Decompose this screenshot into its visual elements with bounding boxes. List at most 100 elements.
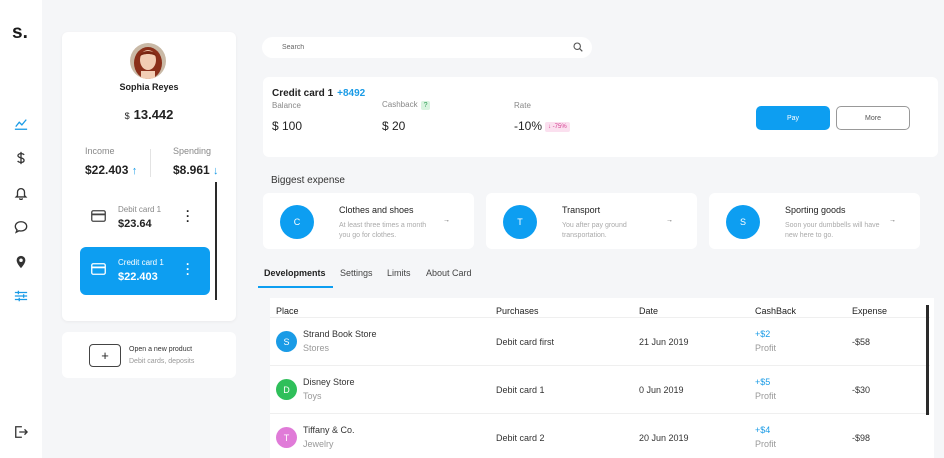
purchase-date: 21 Jun 2019 (639, 337, 689, 347)
purchase-source: Debit card first (496, 337, 555, 347)
rate-group: -10% ↓ -75% (514, 119, 570, 133)
cc-heading: Credit card 1 +8492 (272, 88, 365, 99)
expense-title: Sporting goods (785, 205, 846, 215)
place-initial: T (276, 427, 297, 448)
arrow-down-icon: ↓ (213, 165, 219, 177)
help-badge[interactable]: ? (420, 101, 431, 110)
cards-scrollbar[interactable] (215, 182, 217, 300)
icon-rail: s. (0, 0, 42, 458)
active-tab-indicator (258, 286, 333, 288)
table-row[interactable]: D Disney Store Toys Debit card 1 0 Jun 2… (270, 365, 930, 413)
arrow-up-icon: ↑ (131, 165, 138, 177)
rate-change-badge: ↓ -75% (545, 121, 570, 132)
expense-value: -$30 (852, 385, 871, 395)
transactions-table: Place Purchases Date CashBack Expense S … (270, 298, 934, 458)
chart-line-icon[interactable] (11, 114, 31, 134)
expense-title: Clothes and shoes (339, 205, 414, 215)
balance-amount: $ 100 (272, 119, 303, 133)
expense-value: -$98 (852, 433, 871, 443)
more-vertical-icon[interactable]: · · · (186, 258, 190, 280)
expense-card-sporting[interactable]: S Sporting goods Soon your dumbbells wil… (709, 193, 920, 249)
search-icon[interactable] (573, 42, 583, 52)
app-logo[interactable]: s. (12, 22, 28, 44)
expense-card-transport[interactable]: T Transport You after pay ground transpo… (486, 193, 697, 249)
place-initial: S (276, 331, 297, 352)
profile-card: Sophia Reyes $13.442 Income $22.403 ↑ Sp… (62, 32, 236, 321)
purchase-date: 20 Jun 2019 (639, 433, 689, 443)
place-category: Toys (303, 391, 322, 401)
arrow-right-icon[interactable]: → (443, 217, 450, 224)
cc-amount: +8492 (337, 88, 366, 99)
logout-icon[interactable] (11, 422, 31, 442)
expense-card-clothes[interactable]: C Clothes and shoes At least three times… (263, 193, 474, 249)
total-balance: $13.442 (62, 107, 236, 122)
expense-value: -$58 (852, 337, 871, 347)
cc-title: Credit card 1 (272, 88, 334, 99)
biggest-expense-title: Biggest expense (271, 175, 345, 186)
avatar[interactable] (130, 43, 166, 79)
place-category: Jewelry (303, 439, 334, 449)
spending-stat: $8.961 ↓ (173, 163, 219, 177)
stat-divider (150, 149, 151, 177)
expense-description: Soon your dumbbells will have new here t… (785, 222, 880, 239)
debit-card-label: Debit card 1 (118, 205, 162, 214)
table-scrollbar[interactable] (926, 305, 929, 415)
header-place: Place (276, 306, 299, 316)
profile-name: Sophia Reyes (119, 82, 179, 92)
debit-card-item[interactable]: Debit card 1 $23.64 · · · (80, 194, 210, 242)
card-icon (91, 263, 106, 275)
rate-label: Rate (514, 101, 531, 110)
income-stat: $22.403 ↑ (85, 163, 137, 177)
plus-icon[interactable]: + (89, 344, 121, 367)
credit-card-summary: Credit card 1 +8492 Balance $ 100 Cashbac… (263, 77, 938, 157)
rate-value: -10% (514, 119, 543, 133)
bell-icon[interactable] (11, 183, 31, 203)
expense-initial: C (280, 205, 314, 239)
sliders-icon[interactable] (11, 286, 31, 306)
chat-icon[interactable] (11, 217, 31, 237)
new-product-subtitle: Debit cards, deposits (129, 358, 195, 365)
spending-label: Spending (173, 146, 212, 156)
income-value: $22.403 (85, 163, 129, 177)
row-divider (270, 317, 930, 318)
expense-description: At least three times a month you go for … (339, 222, 427, 239)
search-bar (262, 37, 592, 58)
purchase-source: Debit card 2 (496, 433, 545, 443)
cashback-sub: Profit (755, 439, 777, 449)
place-category: Stores (303, 343, 330, 353)
arrow-right-icon[interactable]: → (889, 217, 896, 224)
credit-card-label: Credit card 1 (118, 258, 164, 267)
header-date: Date (639, 306, 659, 316)
table-row[interactable]: S Strand Book Store Stores Debit card fi… (270, 317, 930, 365)
purchase-date: 0 Jun 2019 (639, 385, 684, 395)
cashback-amount: $ 20 (382, 119, 406, 133)
search-input[interactable] (282, 40, 562, 55)
tab-about-card[interactable]: About Card (426, 268, 472, 278)
cashback-value: +$4 (755, 425, 771, 435)
tab-settings[interactable]: Settings (340, 268, 373, 278)
location-pin-icon[interactable] (11, 252, 31, 272)
more-button[interactable]: More (836, 106, 910, 130)
table-row[interactable]: T Tiffany & Co. Jewelry Debit card 2 20 … (270, 413, 930, 458)
header-purchases: Purchases (496, 306, 539, 316)
header-cashback: CashBack (755, 306, 797, 316)
expense-title: Transport (562, 205, 601, 215)
tab-developments[interactable]: Developments (264, 268, 326, 278)
new-product-title: Open a new product (129, 346, 193, 353)
place-name: Strand Book Store (303, 329, 377, 339)
cashback-sub: Profit (755, 391, 777, 401)
new-product-panel[interactable]: + Open a new product Debit cards, deposi… (62, 332, 236, 378)
pay-button[interactable]: Pay (756, 106, 830, 130)
tab-limits[interactable]: Limits (387, 268, 411, 278)
arrow-right-icon[interactable]: → (666, 217, 673, 224)
credit-card-item[interactable]: Credit card 1 $22.403 · · · (80, 247, 210, 295)
currency-symbol: $ (124, 111, 130, 121)
more-vertical-icon[interactable]: · · · (186, 205, 190, 227)
row-divider (270, 413, 930, 414)
cashback-value: +$2 (755, 329, 771, 339)
debit-card-value: $23.64 (118, 218, 152, 230)
place-name: Tiffany & Co. (303, 425, 355, 435)
dollar-icon[interactable] (11, 148, 31, 168)
row-divider (270, 365, 930, 366)
credit-card-value: $22.403 (118, 271, 158, 283)
